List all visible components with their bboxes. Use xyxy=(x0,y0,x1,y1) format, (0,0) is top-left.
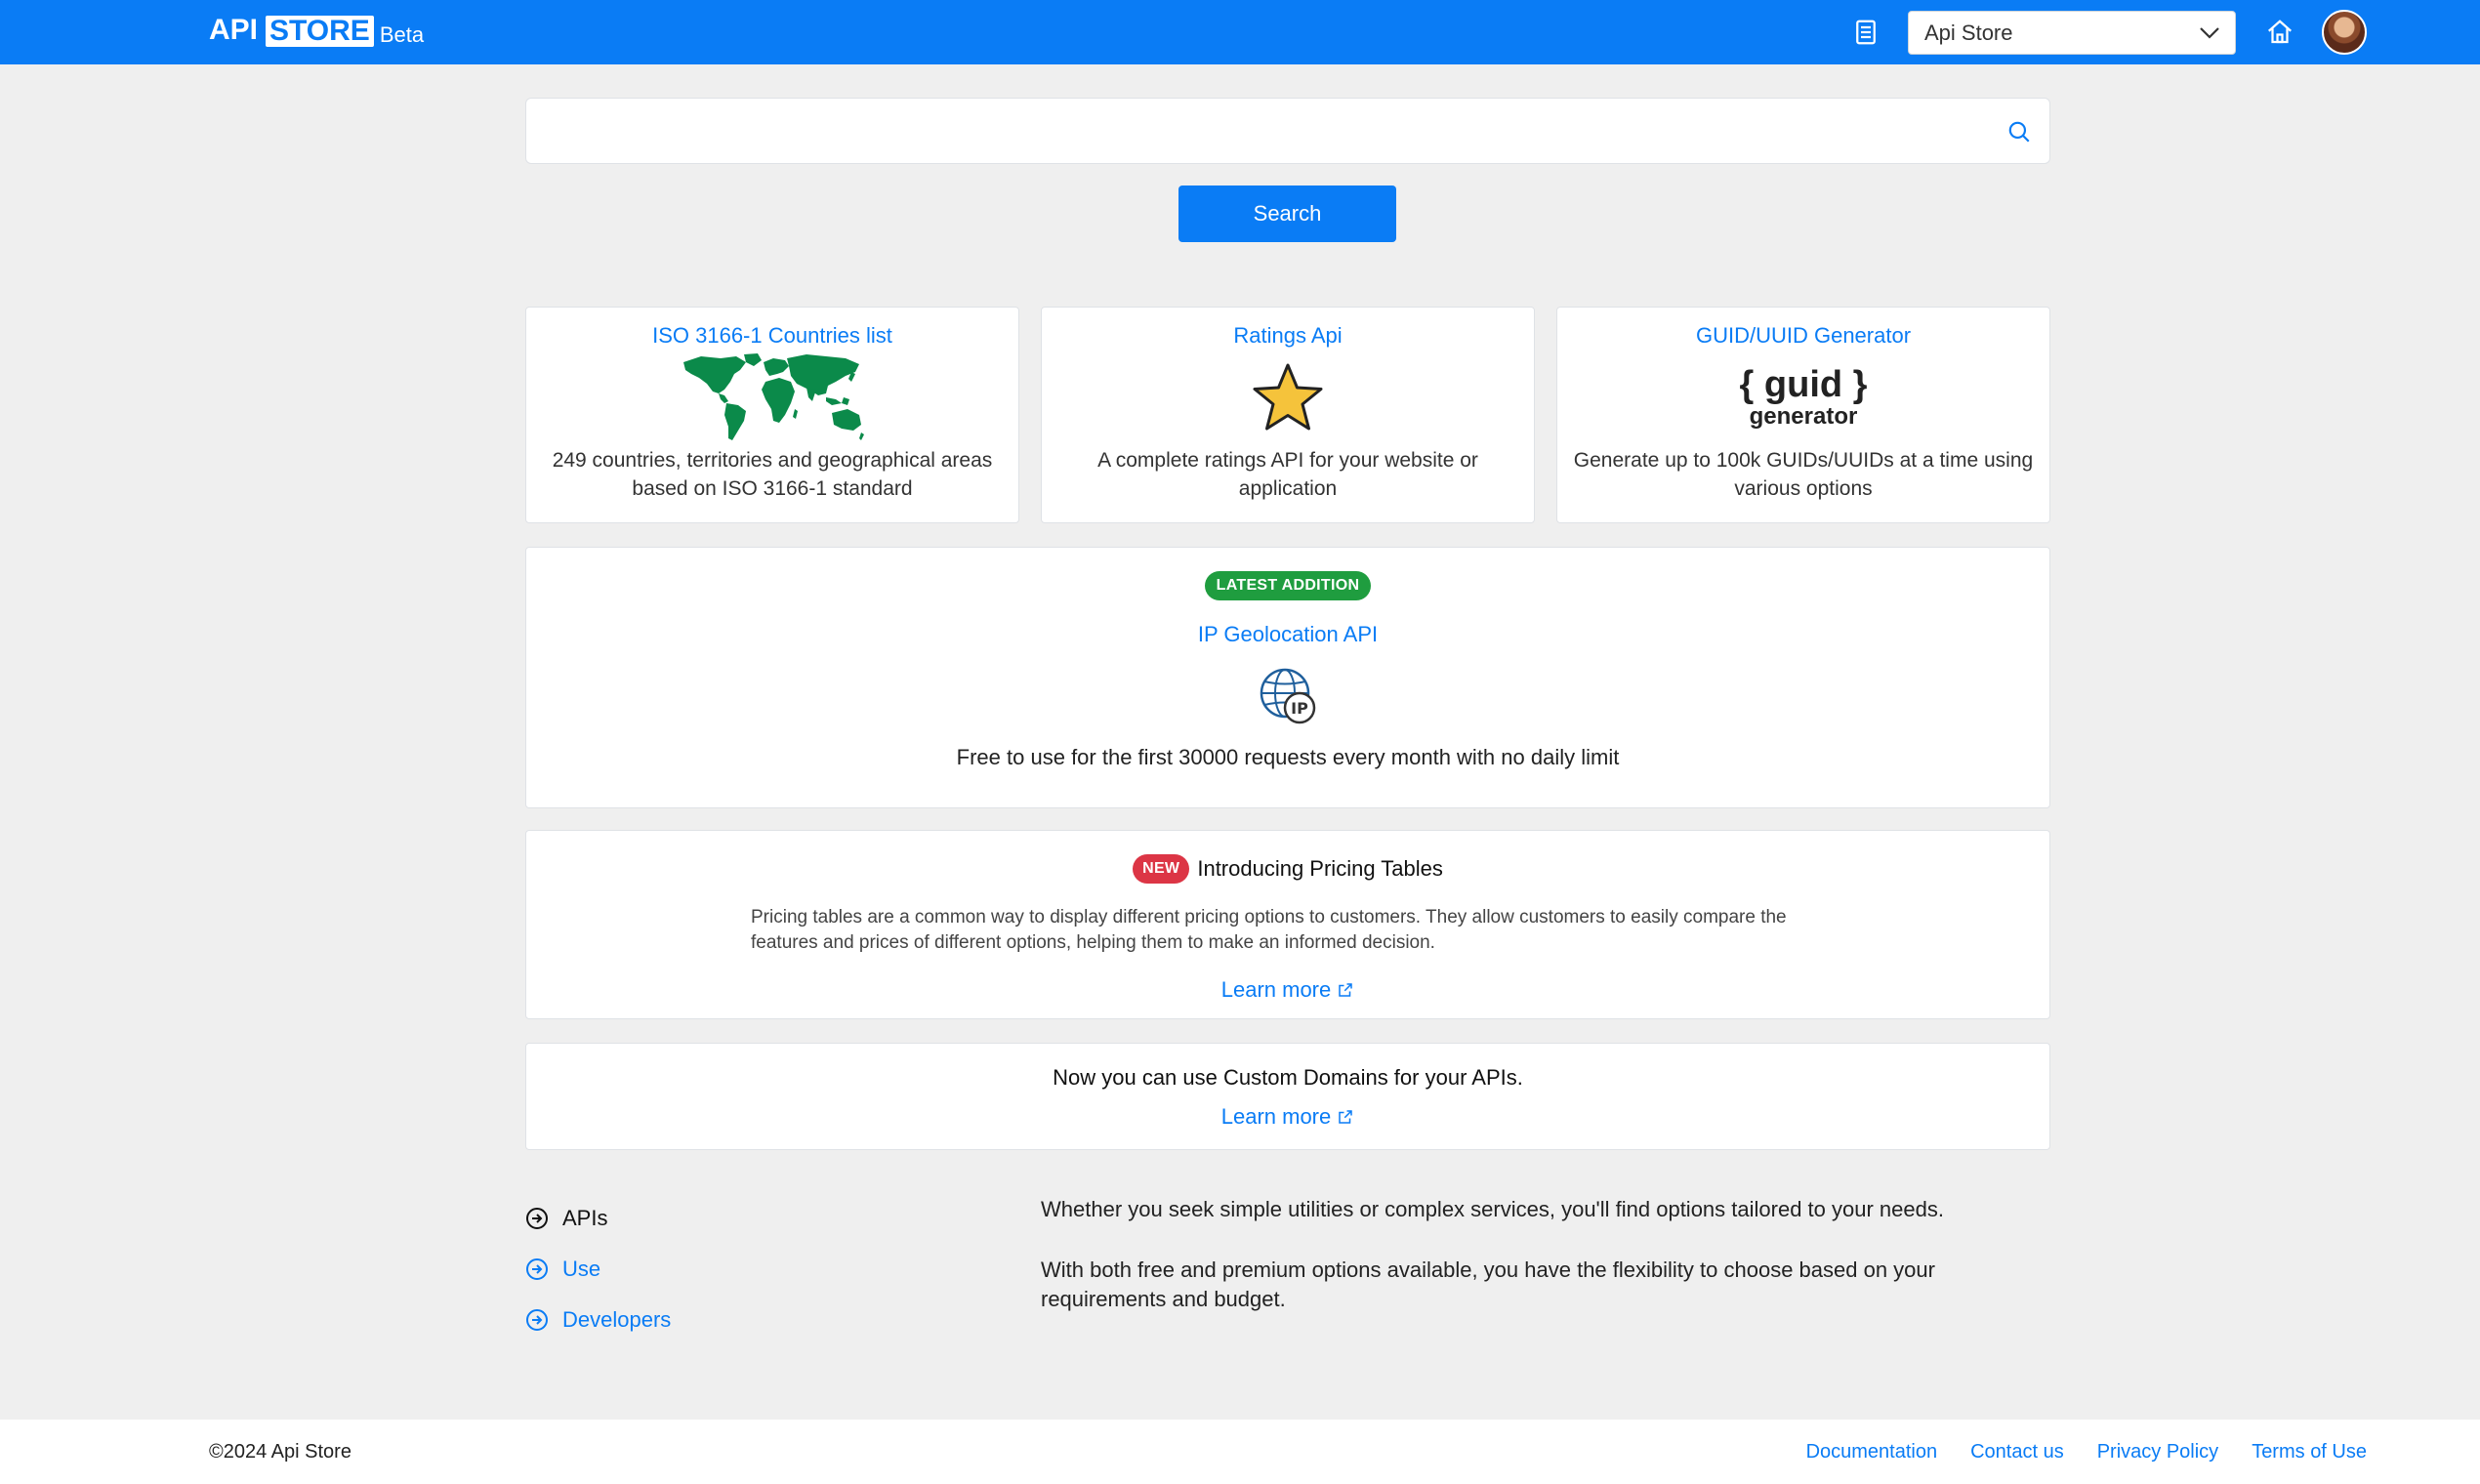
brand-store-text: STORE xyxy=(266,16,374,47)
page-footer: ©2024 Api Store Documentation Contact us… xyxy=(0,1420,2480,1484)
domains-heading: Now you can use Custom Domains for your … xyxy=(1053,1065,1523,1090)
card-custom-domains: Now you can use Custom Domains for your … xyxy=(525,1043,2050,1150)
latest-addition-badge: LATEST ADDITION xyxy=(1204,571,1372,600)
link-developers-label: Developers xyxy=(562,1307,672,1332)
globe-ip-icon: IP xyxy=(1260,668,1316,724)
search-button[interactable]: Search xyxy=(1178,186,1396,242)
brand-beta-text: Beta xyxy=(379,22,425,47)
world-map-icon xyxy=(683,353,864,440)
external-link-icon xyxy=(1339,1110,1352,1124)
pricing-heading: Introducing Pricing Tables xyxy=(1197,856,1443,881)
section-info: Whether you seek simple utilities or com… xyxy=(1041,1195,2050,1314)
card-ratings-title[interactable]: Ratings Api xyxy=(1042,323,1534,349)
external-link-icon xyxy=(1339,983,1352,997)
footer-link-privacy[interactable]: Privacy Policy xyxy=(2097,1441,2218,1463)
search-input[interactable] xyxy=(526,99,2049,163)
document-icon[interactable] xyxy=(1851,18,1881,47)
link-apis-label: APIs xyxy=(562,1206,608,1230)
top-navbar: API STORE Beta Api Store xyxy=(0,0,2480,64)
arrow-circle-right-icon xyxy=(526,1309,548,1331)
chevron-down-icon xyxy=(2200,27,2219,39)
link-apis[interactable]: APIs xyxy=(525,1193,671,1244)
link-use-label: Use xyxy=(562,1257,601,1281)
pricing-learn-more-label: Learn more xyxy=(1220,977,1332,1002)
info-paragraph-1: Whether you seek simple utilities or com… xyxy=(1041,1197,1944,1221)
domains-learn-more-link[interactable]: Learn more xyxy=(1221,1104,1355,1130)
svg-text:IP: IP xyxy=(1291,699,1308,718)
guid-generator-text: generator xyxy=(1749,403,1858,430)
card-countries-title[interactable]: ISO 3166-1 Countries list xyxy=(526,323,1018,349)
card-latest-addition: LATEST ADDITION IP Geolocation API IP Fr… xyxy=(525,547,2050,808)
domains-learn-more-label: Learn more xyxy=(1220,1104,1332,1129)
brand-api-text: API xyxy=(209,14,259,46)
card-pricing-tables: NEW Introducing Pricing Tables Pricing t… xyxy=(525,830,2050,1019)
brand-logo[interactable]: API STORE Beta xyxy=(209,14,424,47)
search-box xyxy=(525,98,2050,164)
section-links: APIs Use Developers xyxy=(525,1193,671,1345)
info-paragraph-2: With both free and premium options avail… xyxy=(1041,1257,1935,1311)
footer-copyright: ©2024 Api Store xyxy=(209,1440,351,1463)
pricing-learn-more-link[interactable]: Learn more xyxy=(1221,977,1355,1003)
arrow-circle-right-icon xyxy=(526,1208,548,1229)
card-ratings-description: A complete ratings API for your website … xyxy=(1097,449,1478,500)
latest-addition-description: Free to use for the first 30000 requests… xyxy=(956,745,1620,769)
card-guid-description: Generate up to 100k GUIDs/UUIDs at a tim… xyxy=(1573,449,2034,500)
store-select-value: Api Store xyxy=(1924,20,2013,45)
guid-logo-text: { guid } xyxy=(1739,364,1868,405)
footer-link-contact[interactable]: Contact us xyxy=(1970,1441,2064,1463)
latest-addition-title[interactable]: IP Geolocation API xyxy=(1198,622,1378,646)
store-select[interactable]: Api Store xyxy=(1908,11,2236,55)
user-avatar[interactable] xyxy=(2322,10,2367,55)
link-use[interactable]: Use xyxy=(525,1244,671,1295)
home-icon[interactable] xyxy=(2265,18,2294,47)
card-guid-title[interactable]: GUID/UUID Generator xyxy=(1557,323,2049,349)
card-countries: ISO 3166-1 Countries list 249 countries,… xyxy=(525,307,1019,523)
new-badge: NEW xyxy=(1133,854,1190,884)
card-countries-description: 249 countries, territories and geographi… xyxy=(552,449,993,500)
footer-link-terms[interactable]: Terms of Use xyxy=(2252,1441,2367,1463)
pricing-description: Pricing tables are a common way to displ… xyxy=(751,907,1787,953)
search-icon[interactable] xyxy=(2006,119,2032,144)
footer-link-documentation[interactable]: Documentation xyxy=(1806,1441,1938,1463)
star-icon xyxy=(1253,363,1323,431)
arrow-circle-right-icon xyxy=(526,1258,548,1280)
card-ratings: Ratings Api A complete ratings API for y… xyxy=(1041,307,1535,523)
card-guid: GUID/UUID Generator { guid } generator G… xyxy=(1556,307,2050,523)
link-developers[interactable]: Developers xyxy=(525,1295,671,1345)
footer-links: Documentation Contact us Privacy Policy … xyxy=(1806,1441,2367,1463)
